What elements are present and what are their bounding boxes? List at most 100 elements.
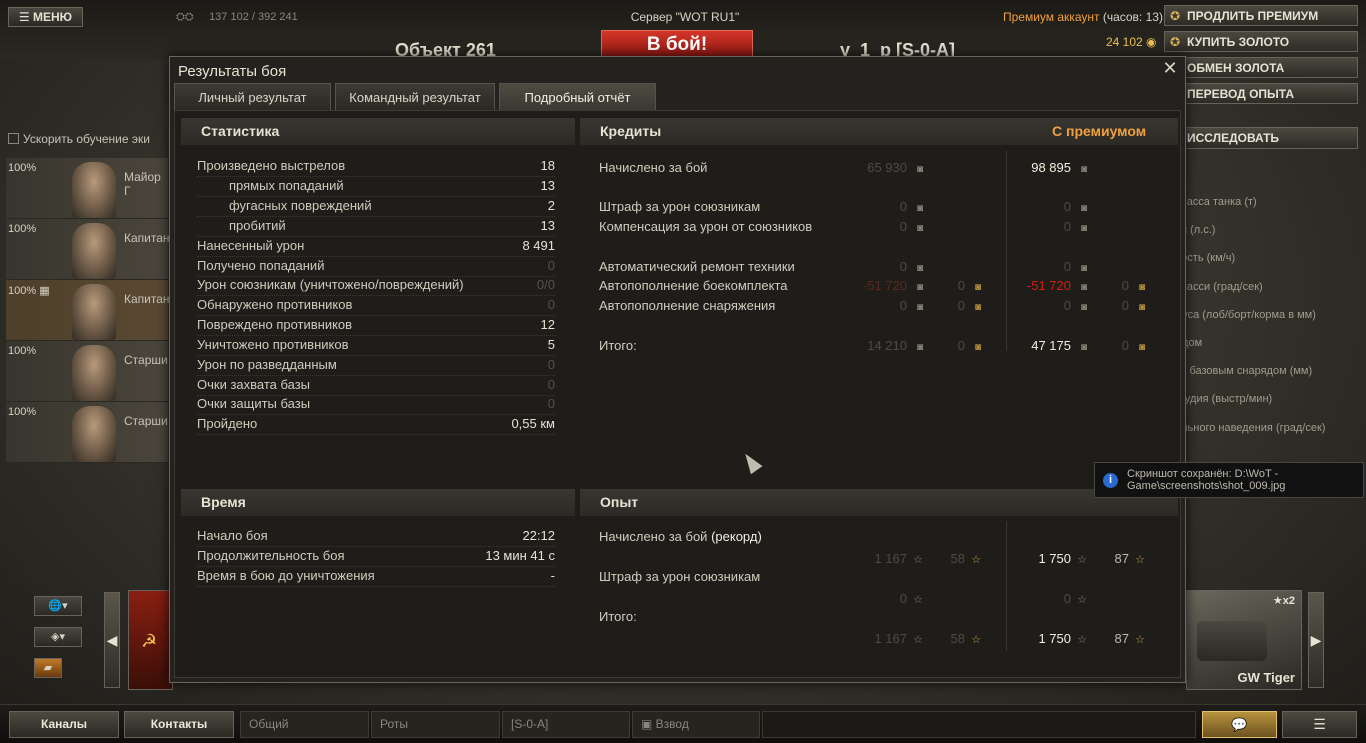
column-divider (1006, 151, 1007, 351)
stat-value: 0 (547, 297, 555, 312)
free-xp-star-icon: ☆ (971, 634, 981, 646)
stat-label: Очки защиты базы (197, 396, 311, 411)
top-bar: ☰ МЕНЮ ⛭⛭ 137 102 / 392 241 Сервер "WOT … (0, 0, 1366, 60)
credit-icon: ◙ (1080, 342, 1087, 353)
convert-xp-button[interactable]: ★ПЕРЕВОД ОПЫТА (1164, 83, 1358, 104)
vehicle-card-gw-tiger[interactable]: ★x2 GW Tiger (1186, 590, 1302, 690)
credits-label: Компенсация за урон от союзников (599, 219, 813, 234)
credit-icon: ◙ (916, 302, 923, 313)
crew-portrait (72, 345, 116, 401)
chat-tab-clan[interactable]: [S-0-A] (502, 711, 630, 738)
chat-tab-platoon[interactable]: ▣ Взвод (632, 711, 760, 738)
tab-personal-result[interactable]: Личный результат (174, 83, 331, 110)
extend-premium-button[interactable]: ✪ ПРОДЛИТЬ ПРЕМИУМ (1164, 5, 1358, 26)
xp-star-icon: ☆ (913, 594, 923, 606)
exchange-gold-button[interactable]: ⇄ОБМЕН ЗОЛОТА (1164, 57, 1358, 78)
crew-member[interactable]: 100% Старши (6, 402, 168, 463)
chat-button[interactable]: 💬 (1202, 711, 1277, 738)
stat-row: пробитий 13 (197, 217, 555, 237)
ready-filter[interactable]: ▰ (34, 658, 62, 678)
gold-icon: ◙ (974, 302, 981, 313)
xp-multiplier-badge: ★x2 (1272, 595, 1295, 607)
stat-value: 12 (540, 317, 555, 332)
stat-value: 13 (540, 178, 555, 193)
time-row: Начало боя 22:12 (197, 527, 555, 547)
gold-icon: ◙ (974, 342, 981, 353)
crew-portrait (72, 162, 116, 218)
carousel-left-arrow[interactable]: ◀ (104, 592, 120, 688)
stat-row: Урон по разведданным 0 (197, 356, 555, 376)
crew-member[interactable]: 100% ▦ Капитан (6, 280, 170, 341)
gold-value: 24 102 (1106, 35, 1143, 49)
credits-base: 14 210 ◙ (833, 337, 923, 357)
research-button[interactable]: ИССЛЕДОВАТЬ (1164, 127, 1358, 149)
credits-base-value: -51 720 (862, 278, 907, 293)
notifications-button[interactable]: ☰ (1282, 711, 1357, 738)
gold-icon: ◙ (1138, 302, 1145, 313)
free-exp-premium-value: 87 (1114, 631, 1129, 646)
credits-base-value: 0 (899, 199, 907, 214)
time-value: - (550, 568, 555, 583)
channels-button[interactable]: Каналы (9, 711, 119, 738)
crew-member[interactable]: 100% Капитан (6, 219, 170, 280)
stat-row: Очки защиты базы 0 (197, 395, 555, 415)
crew-rank: Капитан (124, 231, 170, 245)
crew-member[interactable]: 100% Майор Г (6, 158, 168, 219)
close-icon[interactable]: ✕ (1161, 59, 1179, 77)
credits-premium-value: 0 (1063, 298, 1071, 313)
menu-button[interactable]: ☰ МЕНЮ (8, 7, 83, 27)
stat-value: 18 (540, 158, 555, 173)
credits-label: Итого: (599, 338, 637, 353)
time-row: Продолжительность боя 13 мин 41 с (197, 547, 555, 567)
gold-icon: ◙ (1138, 282, 1145, 293)
chat-tab-general[interactable]: Общий (240, 711, 369, 738)
credit-icon: ◙ (1080, 282, 1087, 293)
detailed-report-panel: Статистика Произведено выстрелов 18 прямы… (174, 110, 1181, 678)
accelerate-training-checkbox[interactable]: Ускорить обучение эки (8, 132, 150, 146)
tab-team-result[interactable]: Командный результат (335, 83, 495, 110)
credit-icon: ◙ (916, 282, 923, 293)
type-filter[interactable]: ◈▾ (34, 627, 82, 647)
chat-input[interactable] (762, 711, 1196, 738)
credit-icon: ◙ (916, 342, 923, 353)
credits-base: 65 930 ◙ (833, 159, 923, 179)
carousel-right-arrow[interactable]: ▶ (1308, 592, 1324, 688)
chat-tab-companies[interactable]: Роты (371, 711, 500, 738)
gold-base-value: 0 (957, 338, 965, 353)
crew-list: 100% Майор Г 100% Капитан 100% ▦ Капитан 10… (6, 158, 170, 463)
stat-row: Очки захвата базы 0 (197, 376, 555, 396)
credits-row: Автопополнение снаряжения 0 ◙ 0 ◙ 0 ◙ 0 ◙ (599, 297, 1161, 317)
chat-bubble-icon: 💬 (1231, 717, 1248, 732)
gold-icon: ◙ (1138, 342, 1145, 353)
tab-detailed-report[interactable]: Подробный отчёт (499, 83, 656, 110)
stat-row: Получено попаданий 0 (197, 257, 555, 277)
screenshot-notification[interactable]: i Скриншот сохранён: D:\WoT - Game\scree… (1094, 462, 1364, 498)
stat-label: пробитий (229, 218, 286, 233)
credit-icon: ◙ (1080, 263, 1087, 274)
xp-counter-value: 137 102 / 392 241 (209, 11, 298, 23)
contacts-button[interactable]: Контакты (124, 711, 234, 738)
menu-label: МЕНЮ (33, 10, 73, 24)
stat-label: Урон союзникам (уничтожено/повреждений) (197, 277, 464, 292)
free-exp-premium-value: 87 (1114, 551, 1129, 566)
crew-member[interactable]: 100% Старши (6, 341, 168, 402)
crew-skill: 100% (8, 345, 37, 357)
param-row: ая масса танка (т) (1164, 196, 1257, 208)
exp-penalty-row: 0 ☆ 0 ☆ (599, 590, 1161, 610)
credits-row: Штраф за урон союзникам 0 ◙ 0 ◙ (599, 198, 1161, 218)
free-xp-star-icon: ☆ (971, 554, 981, 566)
credits-total-row: Итого: 14 210 ◙ 0 ◙ 47 175 ◙ 0 ◙ (599, 337, 1161, 357)
credits-base: -51 720 ◙ (833, 277, 923, 297)
premium-info: Премиум аккаунт (часов: 13) (1003, 10, 1163, 24)
credit-icon: ◙ (1080, 223, 1087, 234)
time-row: Время в бою до уничтожения - (197, 567, 555, 587)
buy-gold-button[interactable]: ✪ КУПИТЬ ЗОЛОТО (1164, 31, 1358, 52)
vehicle-card[interactable]: ☭ (128, 590, 173, 690)
time-value: 22:12 (522, 528, 555, 543)
nation-filter[interactable]: 🌐▾ (34, 596, 82, 616)
exp-base: 1 167 ☆ (833, 550, 923, 569)
hammer-sickle-icon: ☭ (141, 631, 158, 651)
credits-base-value: 0 (899, 219, 907, 234)
gold-icon: ◙ (974, 282, 981, 293)
stat-value: 2 (547, 198, 555, 213)
